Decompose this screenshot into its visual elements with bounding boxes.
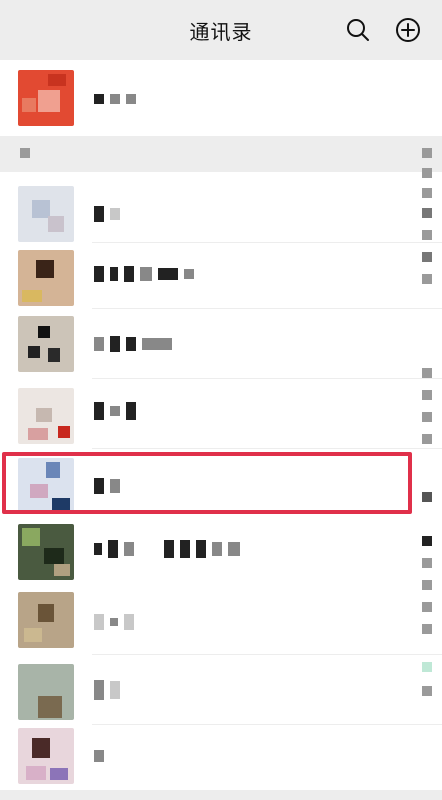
index-letter[interactable] <box>422 412 432 422</box>
index-letter[interactable] <box>422 686 432 696</box>
index-letter[interactable] <box>422 536 432 546</box>
top-entry-avatar <box>18 70 74 126</box>
contact-avatar <box>18 186 74 242</box>
alphabet-index-bar[interactable] <box>418 140 438 760</box>
index-letter[interactable] <box>422 602 432 612</box>
section-header <box>0 136 442 172</box>
contact-avatar <box>18 664 74 720</box>
page-title: 通讯录 <box>189 19 253 44</box>
contact-avatar <box>18 728 74 784</box>
contact-row[interactable] <box>0 246 442 310</box>
index-letter[interactable] <box>422 390 432 400</box>
bottom-strip <box>0 790 442 800</box>
contact-row[interactable] <box>0 660 442 724</box>
contact-name-redacted <box>94 680 120 700</box>
contact-name-redacted <box>94 206 120 222</box>
index-letter[interactable] <box>422 230 432 240</box>
index-letter[interactable] <box>422 662 432 672</box>
contact-avatar <box>18 316 74 372</box>
index-letter[interactable] <box>422 624 432 634</box>
index-letter[interactable] <box>422 558 432 568</box>
contact-row[interactable] <box>0 312 442 376</box>
add-button[interactable] <box>392 14 424 46</box>
index-letter[interactable] <box>422 274 432 284</box>
contact-name-redacted <box>94 336 172 352</box>
selection-highlight <box>2 452 412 514</box>
index-letter[interactable] <box>422 492 432 502</box>
contact-name-redacted <box>94 614 134 630</box>
contact-row[interactable] <box>0 520 442 584</box>
contact-avatar <box>18 592 74 648</box>
contact-name-redacted <box>94 750 104 762</box>
contact-row[interactable] <box>0 726 442 790</box>
contact-avatar <box>18 524 74 580</box>
index-letter[interactable] <box>422 168 432 178</box>
index-letter[interactable] <box>422 188 432 198</box>
contact-row[interactable] <box>0 382 442 446</box>
contact-row[interactable] <box>0 178 442 242</box>
add-circle-icon <box>396 18 420 42</box>
contact-name-redacted <box>94 266 194 282</box>
top-entry-label-redacted <box>94 94 136 104</box>
index-letter[interactable] <box>422 368 432 378</box>
contact-row[interactable] <box>0 588 442 652</box>
search-button[interactable] <box>342 14 374 46</box>
index-letter[interactable] <box>422 434 432 444</box>
search-icon <box>347 19 369 41</box>
index-letter[interactable] <box>422 208 432 218</box>
index-letter[interactable] <box>422 148 432 158</box>
contact-avatar <box>18 388 74 444</box>
contact-name-redacted <box>94 402 136 420</box>
navigation-bar: 通讯录 <box>0 0 442 60</box>
top-contact-entry[interactable] <box>0 60 442 136</box>
contact-avatar <box>18 250 74 306</box>
section-letter-redacted <box>20 148 30 158</box>
index-letter[interactable] <box>422 252 432 262</box>
index-letter[interactable] <box>422 580 432 590</box>
contact-name-redacted <box>94 540 240 558</box>
